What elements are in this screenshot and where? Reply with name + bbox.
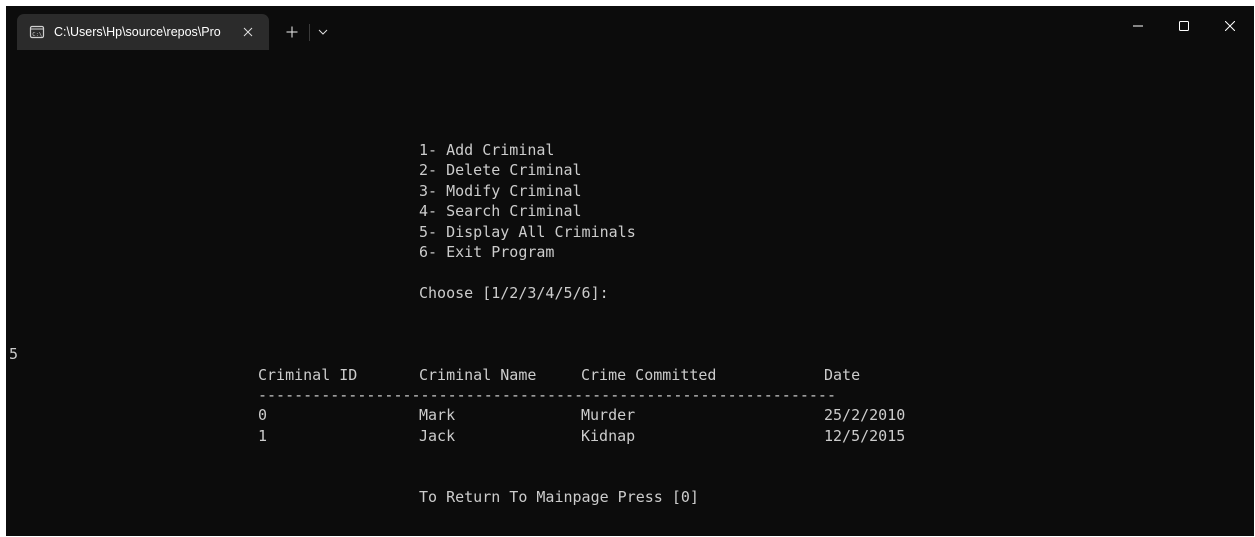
row-0-id: 0 xyxy=(258,406,268,424)
profile-dropdown-button[interactable] xyxy=(312,19,334,45)
svg-text:C:\: C:\ xyxy=(32,32,42,38)
console-output[interactable]: 1- Add Criminal 2- Delete Criminal 3- Mo… xyxy=(6,50,1254,536)
header-criminal-id: Criminal ID xyxy=(258,366,358,384)
header-date: Date xyxy=(824,366,861,384)
menu-item-exit: 6- Exit Program xyxy=(419,243,555,261)
tab-divider xyxy=(309,24,310,41)
new-tab-button[interactable] xyxy=(279,19,305,45)
row-0-date: 25/2/2010 xyxy=(824,406,906,424)
menu-item-add: 1- Add Criminal xyxy=(419,141,555,159)
terminal-tab[interactable]: C:\ C:\Users\Hp\source\repos\Pro xyxy=(17,14,269,50)
close-icon xyxy=(1225,21,1235,31)
minimize-icon xyxy=(1133,25,1143,27)
maximize-button[interactable] xyxy=(1161,6,1207,46)
row-0-name: Mark xyxy=(419,406,456,424)
header-criminal-name: Criminal Name xyxy=(419,366,537,384)
maximize-icon xyxy=(1179,21,1189,31)
menu-prompt: Choose [1/2/3/4/5/6]: xyxy=(419,284,609,302)
console-icon: C:\ xyxy=(29,25,45,39)
row-1-id: 1 xyxy=(258,427,268,445)
tab-title: C:\Users\Hp\source\repos\Pro xyxy=(54,25,221,39)
menu-item-display: 5- Display All Criminals xyxy=(419,223,636,241)
tab-close-button[interactable] xyxy=(239,23,257,41)
header-crime-committed: Crime Committed xyxy=(581,366,717,384)
row-1-crime: Kidnap xyxy=(581,427,636,445)
menu-item-search: 4- Search Criminal xyxy=(419,202,582,220)
menu-item-modify: 3- Modify Criminal xyxy=(419,182,582,200)
row-1-date: 12/5/2015 xyxy=(824,427,906,445)
minimize-button[interactable] xyxy=(1115,6,1161,46)
close-icon xyxy=(243,27,253,37)
row-0-crime: Murder xyxy=(581,406,636,424)
table-separator: ----------------------------------------… xyxy=(258,386,836,404)
close-window-button[interactable] xyxy=(1207,6,1253,46)
row-1-name: Jack xyxy=(419,427,456,445)
menu-item-delete: 2- Delete Criminal xyxy=(419,161,582,179)
return-instruction: To Return To Mainpage Press [0] xyxy=(419,488,699,506)
input-echo: 5 xyxy=(9,345,19,363)
chevron-down-icon xyxy=(318,29,328,35)
title-bar: C:\ C:\Users\Hp\source\repos\Pro xyxy=(6,6,1254,50)
plus-icon xyxy=(286,26,298,38)
terminal-window: C:\ C:\Users\Hp\source\repos\Pro 1- Add … xyxy=(6,6,1254,536)
